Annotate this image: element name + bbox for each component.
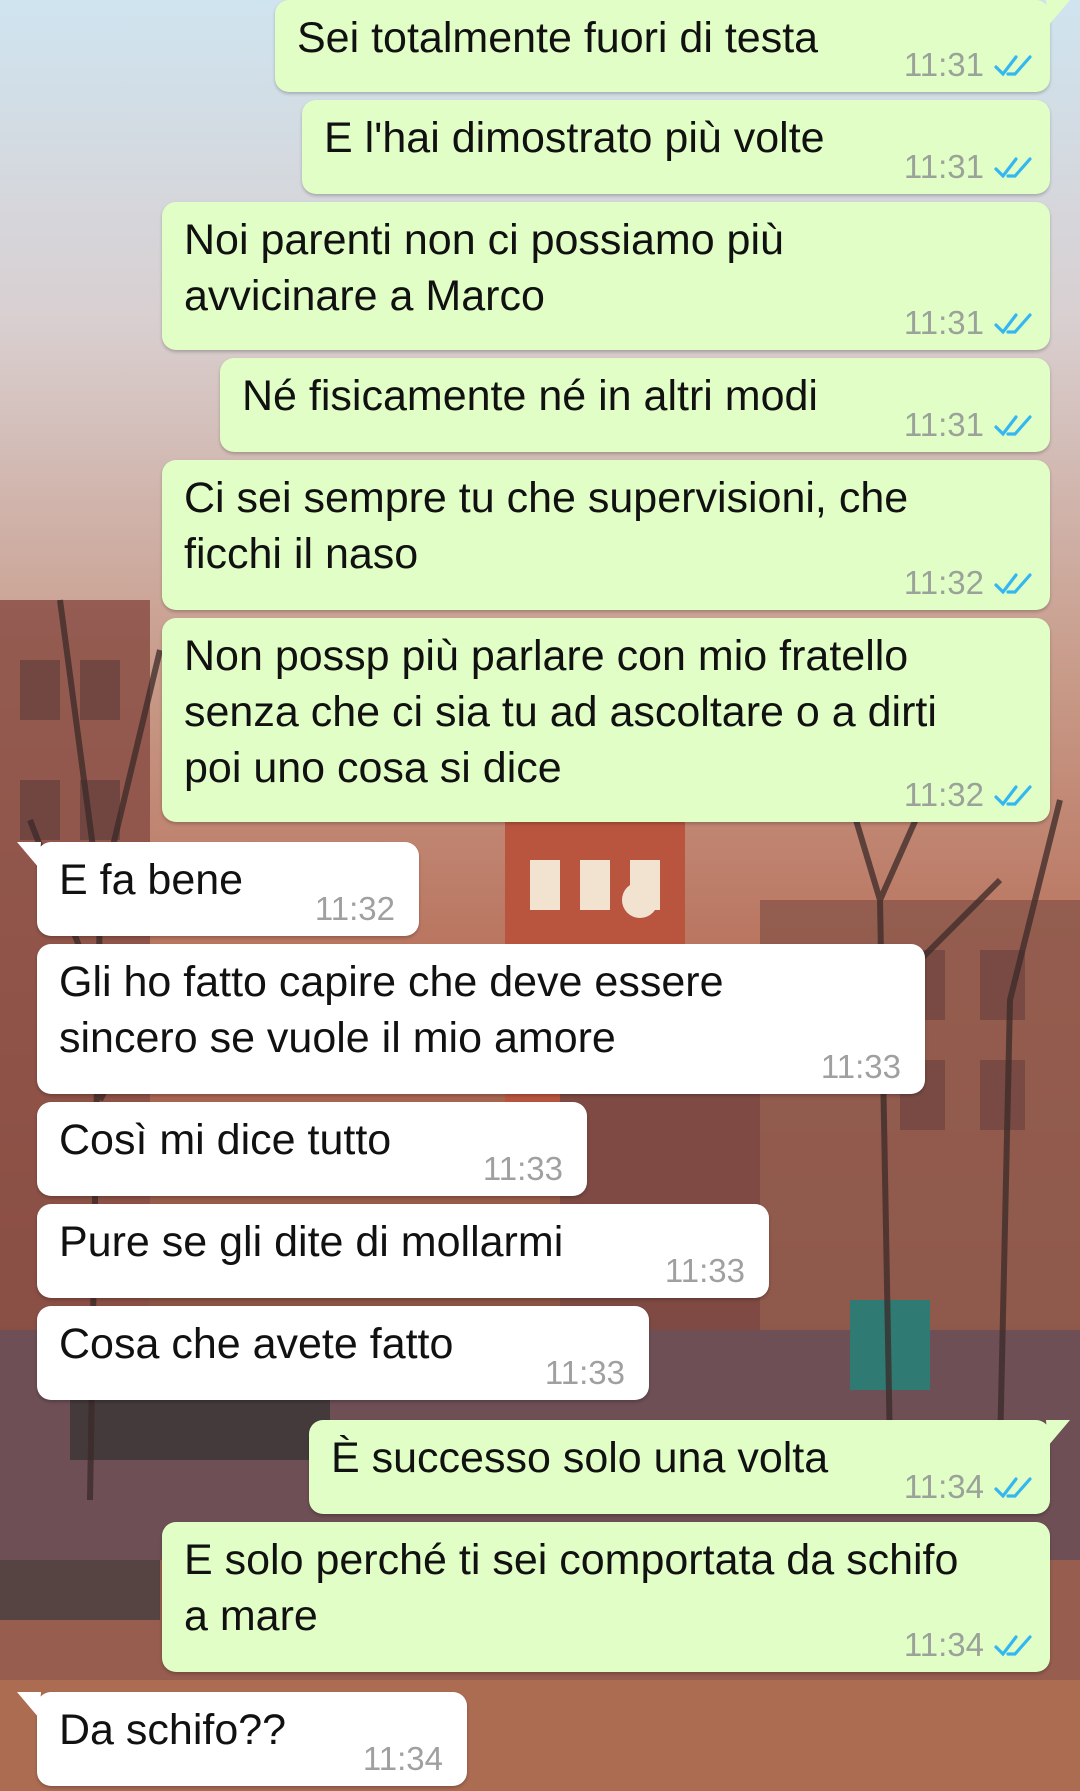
message-time: 11:32 [314,890,395,927]
message-meta: 11:33 [665,1252,745,1290]
message-time: 11:33 [482,1150,563,1187]
double-check-icon [994,157,1032,179]
double-check-icon [994,313,1032,335]
message-text: E solo perché ti sei comportata da schif… [184,1536,959,1640]
outgoing-message[interactable]: Sei totalmente fuori di testa 11:31 [275,0,1070,92]
message-text: Non possp più parlare con mio fratello s… [184,632,937,792]
message-meta: 11:34 [904,1626,1034,1664]
double-check-icon [994,1635,1032,1657]
message-meta: 11:31 [904,406,1034,444]
message-text: Pure se gli dite di mollarmi [59,1218,564,1266]
message-time: 11:31 [903,304,984,341]
message-meta: 11:33 [483,1150,563,1188]
outgoing-message[interactable]: Non possp più parlare con mio fratello s… [162,618,1050,822]
message-time: 11:33 [820,1048,901,1085]
bubble-tail [17,842,41,868]
message-time: 11:34 [903,1468,984,1505]
message-time: 11:33 [664,1252,745,1289]
message-meta: 11:32 [904,776,1034,814]
message-time: 11:31 [903,406,984,443]
message-meta: 11:33 [821,1048,901,1086]
incoming-message[interactable]: Pure se gli dite di mollarmi 11:33 [37,1204,769,1298]
incoming-message[interactable]: Cosa che avete fatto 11:33 [37,1306,649,1400]
message-time: 11:31 [903,148,984,185]
message-text: Gli ho fatto capire che deve essere sinc… [59,958,724,1062]
incoming-message[interactable]: E fa bene 11:32 [17,842,419,936]
outgoing-message[interactable]: E l'hai dimostrato più volte 11:31 [302,100,1050,194]
message-meta: 11:31 [904,46,1034,84]
outgoing-message[interactable]: È successo solo una volta 11:34 [309,1420,1070,1514]
chat-message-list[interactable]: Sei totalmente fuori di testa 11:31 E l'… [0,0,1080,1791]
message-time: 11:32 [903,564,984,601]
message-text: Ci sei sempre tu che supervisioni, che f… [184,474,909,578]
message-meta: 11:34 [904,1468,1034,1506]
double-check-icon [994,55,1032,77]
message-text: Cosa che avete fatto [59,1320,454,1368]
message-meta: 11:31 [904,148,1034,186]
message-time: 11:33 [544,1354,625,1391]
message-time: 11:34 [903,1626,984,1663]
outgoing-message[interactable]: E solo perché ti sei comportata da schif… [162,1522,1050,1672]
message-meta: 11:32 [904,564,1034,602]
incoming-message[interactable]: Così mi dice tutto 11:33 [37,1102,587,1196]
message-meta: 11:32 [315,890,395,928]
incoming-message[interactable]: Gli ho fatto capire che deve essere sinc… [37,944,925,1094]
message-meta: 11:31 [904,304,1034,342]
double-check-icon [994,785,1032,807]
outgoing-message[interactable]: Né fisicamente né in altri modi 11:31 [220,358,1050,452]
message-time: 11:31 [903,46,984,83]
message-time: 11:34 [362,1740,443,1777]
double-check-icon [994,573,1032,595]
message-text: Noi parenti non ci possiamo più avvicina… [184,216,784,320]
message-time: 11:32 [903,776,984,813]
bubble-tail [1046,0,1070,26]
incoming-message[interactable]: Da schifo?? 11:34 [17,1692,467,1786]
message-meta: 11:33 [545,1354,625,1392]
double-check-icon [994,1477,1032,1499]
bubble-tail [17,1692,41,1718]
outgoing-message[interactable]: Noi parenti non ci possiamo più avvicina… [162,202,1050,350]
message-meta: 11:34 [363,1740,443,1778]
outgoing-message[interactable]: Ci sei sempre tu che supervisioni, che f… [162,460,1050,610]
double-check-icon [994,415,1032,437]
bubble-tail [1046,1420,1070,1446]
